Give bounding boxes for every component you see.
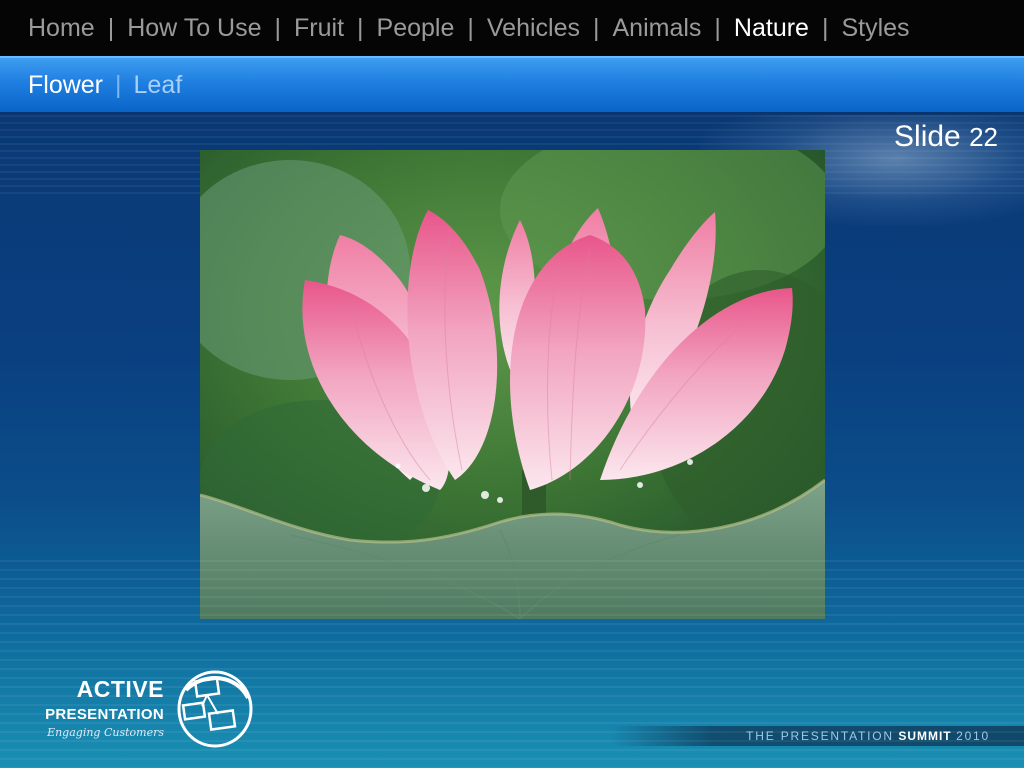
sub-nav: Flower | Leaf	[0, 56, 1024, 114]
nav-item-home[interactable]: Home	[28, 14, 95, 43]
nav-item-nature[interactable]: Nature	[734, 14, 809, 43]
nav-separator: |	[821, 13, 829, 42]
nav-item-people[interactable]: People	[377, 14, 455, 43]
nav-separator: |	[593, 13, 600, 42]
subnav-separator: |	[115, 70, 122, 99]
subnav-item-leaf[interactable]: Leaf	[134, 71, 183, 100]
org-chart-icon	[177, 670, 253, 748]
logo-tagline: Engaging Customers	[47, 726, 164, 739]
lotus-photo	[200, 150, 825, 619]
slide-background: Home | How To Use | Fruit | People | Vehicles | An…	[0, 0, 1024, 768]
nav-item-how-to-use[interactable]: How To Use	[127, 14, 261, 43]
slide-number-label: Slide	[894, 120, 961, 153]
subnav-item-flower[interactable]: Flower	[28, 71, 103, 100]
slide-number-value: 22	[969, 122, 998, 152]
nav-item-vehicles[interactable]: Vehicles	[487, 14, 580, 43]
nav-separator: |	[107, 13, 115, 42]
presentation-summit-branding: THE PRESENTATION SUMMIT 2010	[610, 726, 1024, 746]
nav-item-animals[interactable]: Animals	[613, 14, 702, 43]
nav-separator: |	[467, 13, 474, 42]
footer-bold: SUMMIT	[898, 729, 952, 743]
top-nav: Home | How To Use | Fruit | People | Vehicles | An…	[0, 0, 1024, 56]
nav-separator: |	[714, 13, 721, 42]
nav-separator: |	[357, 13, 364, 42]
footer-year: 2010	[956, 729, 990, 743]
nav-item-styles[interactable]: Styles	[841, 14, 909, 43]
footer-prefix: THE PRESENTATION	[746, 729, 894, 743]
nav-item-fruit[interactable]: Fruit	[294, 14, 344, 43]
nav-separator: |	[274, 13, 282, 42]
slide-number: Slide 22	[894, 120, 998, 154]
active-presentation-logo: ACTIVE PRESENTATION Engaging Customers	[26, 668, 266, 750]
logo-line2: PRESENTATION	[45, 706, 164, 723]
logo-line1: ACTIVE	[76, 676, 164, 702]
